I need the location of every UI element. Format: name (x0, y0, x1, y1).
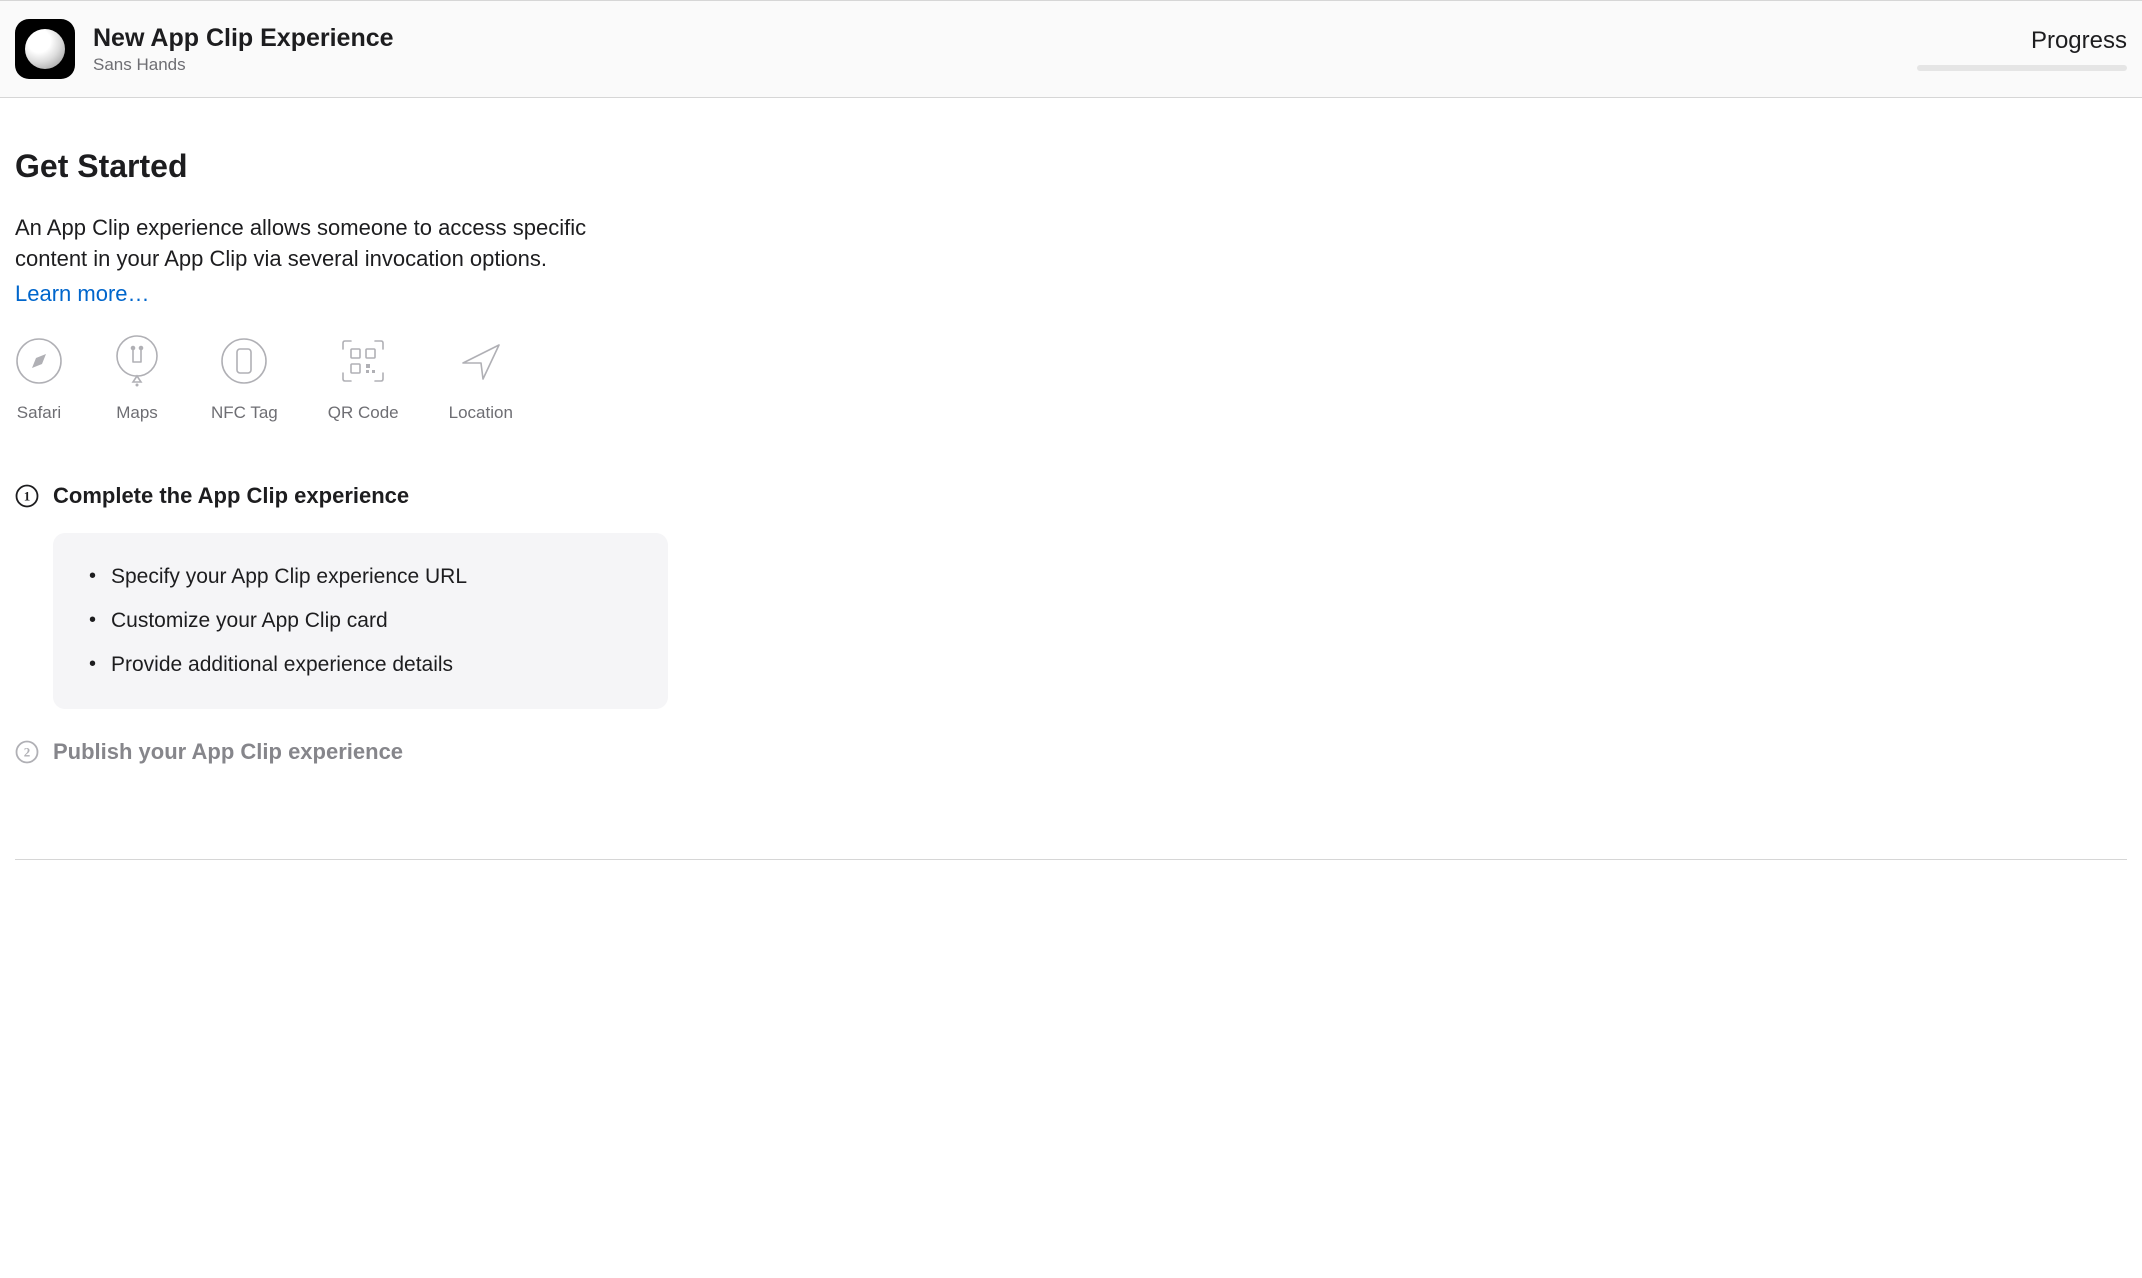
progress-bar (1917, 65, 2127, 71)
invocation-maps: Maps (113, 337, 161, 423)
location-icon (457, 337, 505, 385)
invocation-label: NFC Tag (211, 403, 278, 423)
invocation-safari: Safari (15, 337, 63, 423)
invocation-label: Safari (17, 403, 61, 423)
learn-more-link[interactable]: Learn more… (15, 281, 150, 307)
app-icon (15, 19, 75, 79)
page-header: New App Clip Experience Sans Hands Progr… (0, 0, 2142, 98)
page-title: New App Clip Experience (93, 23, 394, 53)
page-subtitle: Sans Hands (93, 55, 394, 75)
bottom-divider (15, 859, 2127, 860)
checklist-item: Customize your App Clip card (83, 599, 638, 643)
invocation-label: Maps (116, 403, 158, 423)
invocation-nfc: NFC Tag (211, 337, 278, 423)
step-2-title: Publish your App Clip experience (53, 739, 403, 765)
header-titles: New App Clip Experience Sans Hands (93, 23, 394, 75)
step-2-row: 2 Publish your App Clip experience (15, 739, 1365, 765)
checklist-item: Provide additional experience details (83, 643, 638, 687)
header-left: New App Clip Experience Sans Hands (15, 19, 394, 79)
step-1-number-icon: 1 (15, 484, 39, 508)
qr-code-icon (339, 337, 387, 385)
svg-text:2: 2 (24, 744, 31, 759)
invocation-row: Safari Maps NF (15, 337, 1365, 423)
main-content: Get Started An App Clip experience allow… (0, 98, 1380, 819)
step-2-number-icon: 2 (15, 740, 39, 764)
section-title: Get Started (15, 148, 1365, 185)
header-right: Progress (1917, 27, 2127, 71)
section-description: An App Clip experience allows someone to… (15, 213, 615, 275)
safari-icon (15, 337, 63, 385)
checklist-box: Specify your App Clip experience URL Cus… (53, 533, 668, 709)
progress-label: Progress (1917, 27, 2127, 55)
maps-icon (113, 337, 161, 385)
invocation-label: QR Code (328, 403, 399, 423)
invocation-location: Location (449, 337, 513, 423)
invocation-label: Location (449, 403, 513, 423)
nfc-tag-icon (220, 337, 268, 385)
step-1-title: Complete the App Clip experience (53, 483, 409, 509)
invocation-qr: QR Code (328, 337, 399, 423)
svg-text:1: 1 (24, 488, 31, 503)
checklist-item: Specify your App Clip experience URL (83, 555, 638, 599)
step-1-row: 1 Complete the App Clip experience (15, 483, 1365, 509)
